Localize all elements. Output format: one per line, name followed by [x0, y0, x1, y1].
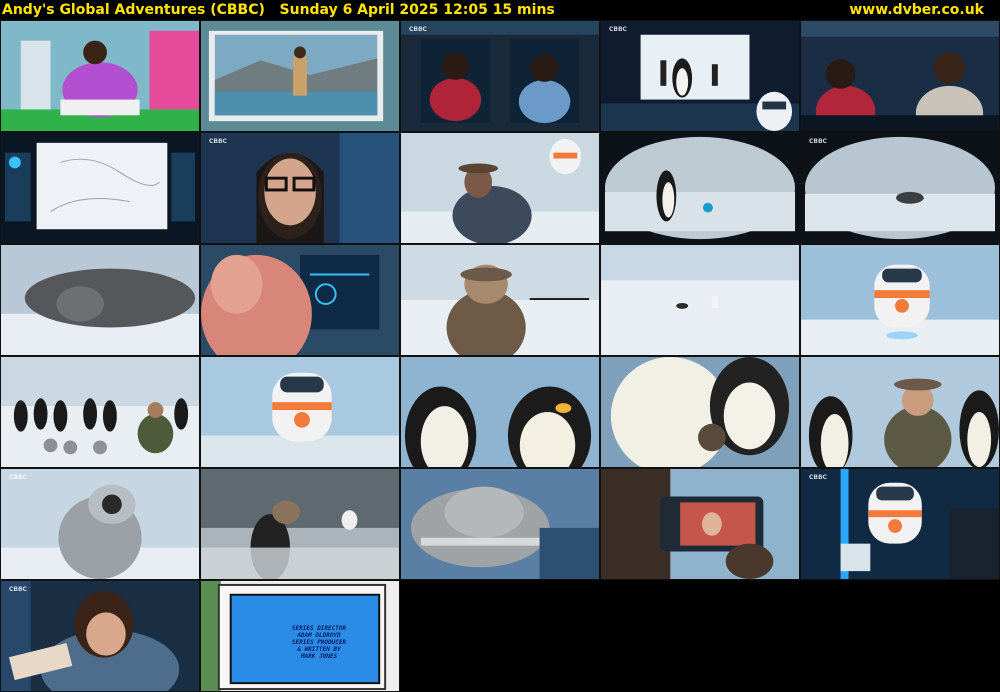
channel-logo: CBBC — [409, 26, 427, 33]
thumbnail-20[interactable] — [800, 356, 1000, 468]
thumbnail-18[interactable] — [400, 356, 600, 468]
thumbnail-2[interactable] — [200, 20, 400, 132]
thumbnail-4[interactable]: CBBC — [600, 20, 800, 132]
credit-line: SERIES PRODUCER — [291, 639, 347, 646]
programme-title: Andy's Global Adventures (CBBC) — [2, 2, 265, 18]
thumbnail-5[interactable] — [800, 20, 1000, 132]
thumbnail-6[interactable] — [0, 132, 200, 244]
header-bar: Andy's Global Adventures (CBBC) Sunday 6… — [0, 0, 1000, 20]
thumbnail-19[interactable] — [600, 356, 800, 468]
credit-line: ADAM OLDROYD — [297, 632, 341, 639]
thumbnail-21[interactable]: CBBC — [0, 468, 200, 580]
channel-logo: CBBC — [209, 138, 227, 145]
thumbnail-24[interactable] — [600, 468, 800, 580]
thumbnail-13[interactable] — [400, 244, 600, 356]
credit-line: SERIES DIRECTOR — [291, 625, 347, 632]
schedule-text: Sunday 6 April 2025 12:05 15 mins — [279, 2, 555, 18]
channel-logo: CBBC — [9, 586, 27, 593]
page-title: Andy's Global Adventures (CBBC) Sunday 6… — [2, 0, 555, 20]
thumbnail-17[interactable] — [200, 356, 400, 468]
thumbnail-16[interactable] — [0, 356, 200, 468]
thumbnail-3[interactable]: CBBC — [400, 20, 600, 132]
site-url[interactable]: www.dvber.co.uk — [849, 0, 984, 20]
channel-logo: CBBC — [609, 26, 627, 33]
thumbnail-15[interactable] — [800, 244, 1000, 356]
channel-logo: CBBC — [9, 474, 27, 481]
thumbnail-26[interactable]: CBBC — [0, 580, 200, 692]
thumbnail-7[interactable]: CBBC — [200, 132, 400, 244]
thumbnail-25[interactable]: CBBC — [800, 468, 1000, 580]
end-credits: SERIES DIRECTOR ADAM OLDROYD SERIES PROD… — [273, 625, 365, 660]
thumbnail-1[interactable] — [0, 20, 200, 132]
credit-line: MARK JONES — [300, 653, 338, 660]
thumbnail-22[interactable] — [200, 468, 400, 580]
thumbnail-grid: CBBC CBBC CBBC CBBC CBBC CBBC CBBC SERIE… — [0, 20, 1000, 692]
thumbnail-9[interactable] — [600, 132, 800, 244]
thumbnail-12[interactable] — [200, 244, 400, 356]
channel-logo: CBBC — [809, 138, 827, 145]
thumbnail-10[interactable]: CBBC — [800, 132, 1000, 244]
thumbnail-27[interactable]: SERIES DIRECTOR ADAM OLDROYD SERIES PROD… — [200, 580, 400, 692]
channel-logo: CBBC — [809, 474, 827, 481]
thumbnail-8[interactable] — [400, 132, 600, 244]
thumbnail-23[interactable] — [400, 468, 600, 580]
thumbnail-14[interactable] — [600, 244, 800, 356]
thumbnail-11[interactable] — [0, 244, 200, 356]
credit-line: & WRITTEN BY — [297, 646, 341, 653]
